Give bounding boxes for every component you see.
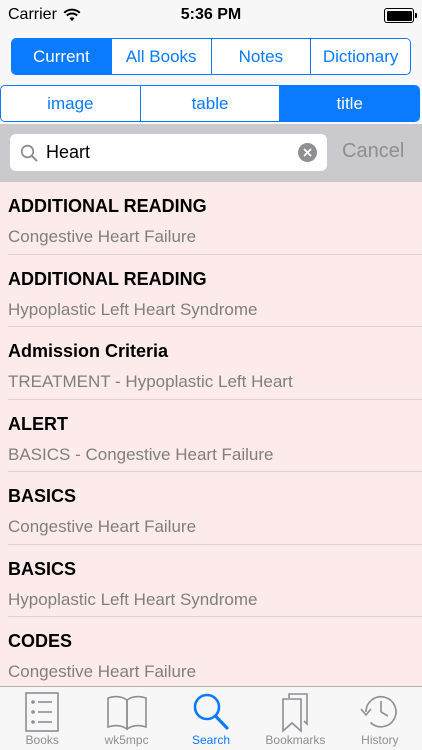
filter-bar: image table title xyxy=(0,82,422,124)
status-bar: Carrier 5:36 PM xyxy=(0,0,422,32)
result-title: CODES xyxy=(8,631,73,651)
history-icon xyxy=(360,696,397,728)
result-title: ADDITIONAL READING xyxy=(8,268,207,289)
list-item[interactable]: BASICS Hypoplastic Left Heart Syndrome xyxy=(0,545,422,617)
result-subtitle: Congestive Heart Failure xyxy=(8,227,197,246)
tab-label: Search xyxy=(192,733,231,747)
result-title: ALERT xyxy=(8,413,68,434)
tab-bookmarks[interactable]: Bookmarks xyxy=(253,687,337,750)
tab-history[interactable]: History xyxy=(338,687,422,750)
tab-bar: Books wk5mpc Search Bookmarks History xyxy=(0,686,422,750)
status-time: 5:36 PM xyxy=(180,6,242,23)
filter-table[interactable]: table xyxy=(139,86,280,121)
result-subtitle: Congestive Heart Failure xyxy=(8,662,197,681)
result-title: ADDITIONAL READING xyxy=(8,196,207,216)
tab-current[interactable]: Current xyxy=(12,39,111,74)
search-bar: Cancel xyxy=(0,124,422,182)
bookmarks-icon xyxy=(282,693,309,733)
tab-books[interactable]: Books xyxy=(0,687,84,750)
search-field[interactable] xyxy=(10,134,327,171)
list-item[interactable]: BASICS Congestive Heart Failure xyxy=(0,472,422,545)
result-title: BASICS xyxy=(8,558,77,579)
tab-label: History xyxy=(361,733,399,747)
source-segmented-control: Current All Books Notes Dictionary xyxy=(11,38,411,75)
tab-label: Bookmarks xyxy=(265,733,326,747)
tab-label: Books xyxy=(25,733,59,747)
tab-notes[interactable]: Notes xyxy=(210,39,311,74)
result-title: Admission Criteria xyxy=(8,341,169,361)
tab-search[interactable]: Search xyxy=(169,687,253,750)
close-icon xyxy=(303,148,312,157)
list-item[interactable]: Admission Criteria TREATMENT - Hypoplast… xyxy=(0,327,422,400)
result-subtitle: Congestive Heart Failure xyxy=(8,517,197,536)
list-icon xyxy=(25,692,60,732)
results-list: ADDITIONAL READING Congestive Heart Fail… xyxy=(0,182,422,686)
search-input[interactable] xyxy=(46,142,276,163)
filter-title[interactable]: title xyxy=(279,86,419,121)
list-item[interactable]: ADDITIONAL READING Congestive Heart Fail… xyxy=(0,182,422,255)
search-icon xyxy=(20,144,38,161)
clear-search-button[interactable] xyxy=(298,143,317,162)
list-item[interactable]: CODES Congestive Heart Failure xyxy=(0,617,422,686)
header: Current All Books Notes Dictionary xyxy=(0,32,422,82)
tab-label: wk5mpc xyxy=(104,733,149,747)
result-subtitle: TREATMENT - Hypoplastic Left Heart xyxy=(8,372,293,391)
filter-image[interactable]: image xyxy=(1,86,140,121)
tab-dictionary[interactable]: Dictionary xyxy=(310,39,410,74)
filter-segmented-control: image table title xyxy=(0,85,420,122)
list-item[interactable]: ADDITIONAL READING Hypoplastic Left Hear… xyxy=(0,255,422,327)
book-icon xyxy=(106,695,147,731)
result-title: BASICS xyxy=(8,486,77,506)
search-icon xyxy=(193,693,229,730)
result-subtitle: Hypoplastic Left Heart Syndrome xyxy=(8,299,258,319)
tab-wk5mpc[interactable]: wk5mpc xyxy=(84,687,168,750)
tab-all-books[interactable]: All Books xyxy=(110,39,211,74)
cancel-button[interactable]: Cancel xyxy=(342,140,404,163)
result-subtitle: BASICS - Congestive Heart Failure xyxy=(8,444,274,464)
result-subtitle: Hypoplastic Left Heart Syndrome xyxy=(8,589,258,609)
list-item[interactable]: ALERT BASICS - Congestive Heart Failure xyxy=(0,400,422,472)
battery-icon xyxy=(384,8,417,23)
